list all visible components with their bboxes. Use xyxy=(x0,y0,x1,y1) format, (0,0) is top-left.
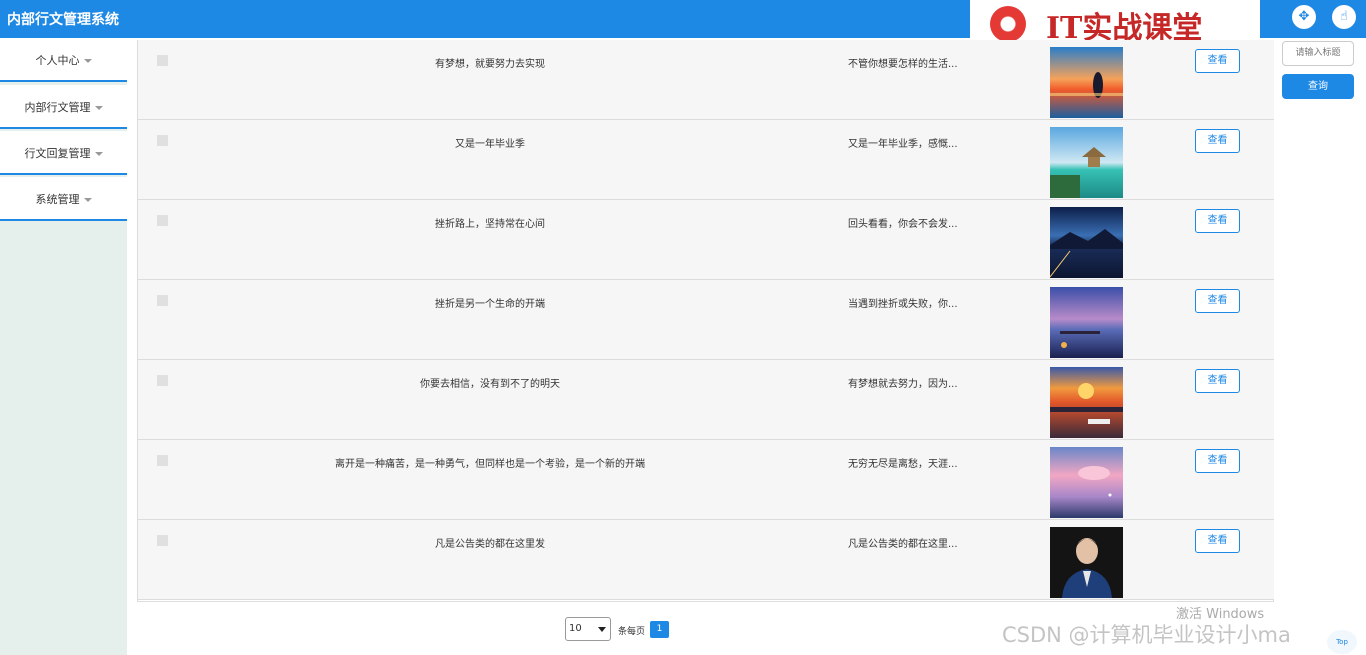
caret-down-icon xyxy=(94,152,103,156)
chrome-logo-icon xyxy=(990,6,1026,42)
row-thumbnail xyxy=(1050,47,1123,118)
row-title: 离开是一种痛苦，是一种勇气，但同样也是一个考验，是一个新的开端 xyxy=(335,459,645,470)
sidebar-item-system[interactable]: 系统管理 xyxy=(0,177,127,221)
row-checkbox[interactable] xyxy=(157,455,168,466)
sidebar-item-replies[interactable]: 行文回复管理 xyxy=(0,131,127,175)
sidebar-item-label: 行文回复管理 xyxy=(24,147,91,160)
search-button[interactable]: 查询 xyxy=(1282,74,1354,99)
caret-down-icon xyxy=(83,198,92,202)
row-thumbnail xyxy=(1050,447,1123,518)
table-row: 挫折路上，坚持常在心间 回头看看，你会不会发... 查看 xyxy=(138,200,1274,280)
row-title: 凡是公告类的都在这里发 xyxy=(435,539,545,550)
table-row: 你要去相信，没有到不了的明天 有梦想就去努力，因为... 查看 xyxy=(138,360,1274,440)
row-thumbnail xyxy=(1049,207,1123,278)
sidebar-item-label: 个人中心 xyxy=(35,54,80,67)
row-checkbox[interactable] xyxy=(157,215,168,226)
chevron-down-icon xyxy=(598,627,606,632)
row-checkbox[interactable] xyxy=(157,135,168,146)
view-button[interactable]: 查看 xyxy=(1195,369,1240,393)
csdn-watermark: CSDN @计算机毕业设计小ma xyxy=(1002,623,1291,647)
top-bar: 内部行文管理系统 IT实战课堂 ✥ ☝ xyxy=(0,0,1366,46)
row-brief: 当遇到挫折或失败，你... xyxy=(848,299,958,310)
row-title: 挫折路上，坚持常在心间 xyxy=(435,219,545,230)
sidebar-item-label: 内部行文管理 xyxy=(24,101,91,114)
row-title: 你要去相信，没有到不了的明天 xyxy=(420,379,560,390)
view-button[interactable]: 查看 xyxy=(1195,209,1240,233)
row-brief: 回头看看，你会不会发... xyxy=(848,219,958,230)
row-thumbnail xyxy=(1050,127,1123,198)
row-checkbox[interactable] xyxy=(157,375,168,386)
document-table: 有梦想，就要努力去实现 不管你想要怎样的生活... 查看 又是一年毕业季 又是一… xyxy=(137,40,1274,602)
sidebar: 个人中心 内部行文管理 行文回复管理 系统管理 xyxy=(0,38,127,655)
per-page-label: 条每页 xyxy=(618,627,646,637)
row-thumbnail xyxy=(1050,527,1123,598)
row-brief: 有梦想就去努力，因为... xyxy=(848,379,958,390)
row-checkbox[interactable] xyxy=(157,535,168,546)
page-size-value: 10 xyxy=(569,623,582,634)
row-title: 挫折是另一个生命的开端 xyxy=(435,299,545,310)
row-brief: 凡是公告类的都在这里... xyxy=(848,539,958,550)
fullscreen-icon[interactable]: ✥ xyxy=(1292,5,1316,29)
view-button[interactable]: 查看 xyxy=(1195,529,1240,553)
row-thumbnail xyxy=(1050,287,1123,358)
row-checkbox[interactable] xyxy=(157,55,168,66)
table-row: 挫折是另一个生命的开端 当遇到挫折或失败，你... 查看 xyxy=(138,280,1274,360)
table-row: 有梦想，就要努力去实现 不管你想要怎样的生活... 查看 xyxy=(138,40,1274,120)
row-checkbox[interactable] xyxy=(157,295,168,306)
view-button[interactable]: 查看 xyxy=(1195,129,1240,153)
page-number-current[interactable]: 1 xyxy=(650,621,669,638)
row-brief: 不管你想要怎样的生活... xyxy=(848,59,958,70)
row-title: 有梦想，就要努力去实现 xyxy=(435,59,545,70)
page-size-select[interactable]: 10 xyxy=(565,617,611,641)
search-input[interactable]: 请输入标题 xyxy=(1282,41,1354,66)
table-row: 凡是公告类的都在这里发 凡是公告类的都在这里... 查看 xyxy=(138,520,1274,600)
sidebar-item-label: 系统管理 xyxy=(35,193,80,206)
back-to-top-button[interactable]: Top xyxy=(1327,630,1357,654)
view-button[interactable]: 查看 xyxy=(1195,449,1240,473)
row-title: 又是一年毕业季 xyxy=(455,139,525,150)
app-title: 内部行文管理系统 xyxy=(7,12,119,28)
user-icon[interactable]: ☝ xyxy=(1332,5,1356,29)
table-row: 离开是一种痛苦，是一种勇气，但同样也是一个考验，是一个新的开端 无穷无尽是离愁，… xyxy=(138,440,1274,520)
view-button[interactable]: 查看 xyxy=(1195,49,1240,73)
row-thumbnail xyxy=(1050,367,1123,438)
sidebar-item-internal-docs[interactable]: 内部行文管理 xyxy=(0,85,127,129)
row-brief: 又是一年毕业季，感慨... xyxy=(848,139,958,150)
row-brief: 无穷无尽是离愁，天涯... xyxy=(848,459,958,470)
view-button[interactable]: 查看 xyxy=(1195,289,1240,313)
caret-down-icon xyxy=(94,106,103,110)
caret-down-icon xyxy=(83,59,92,63)
table-row: 又是一年毕业季 又是一年毕业季，感慨... 查看 xyxy=(138,120,1274,200)
sidebar-item-personal-center[interactable]: 个人中心 xyxy=(0,38,127,82)
logo-overlay: IT实战课堂 xyxy=(970,0,1260,46)
